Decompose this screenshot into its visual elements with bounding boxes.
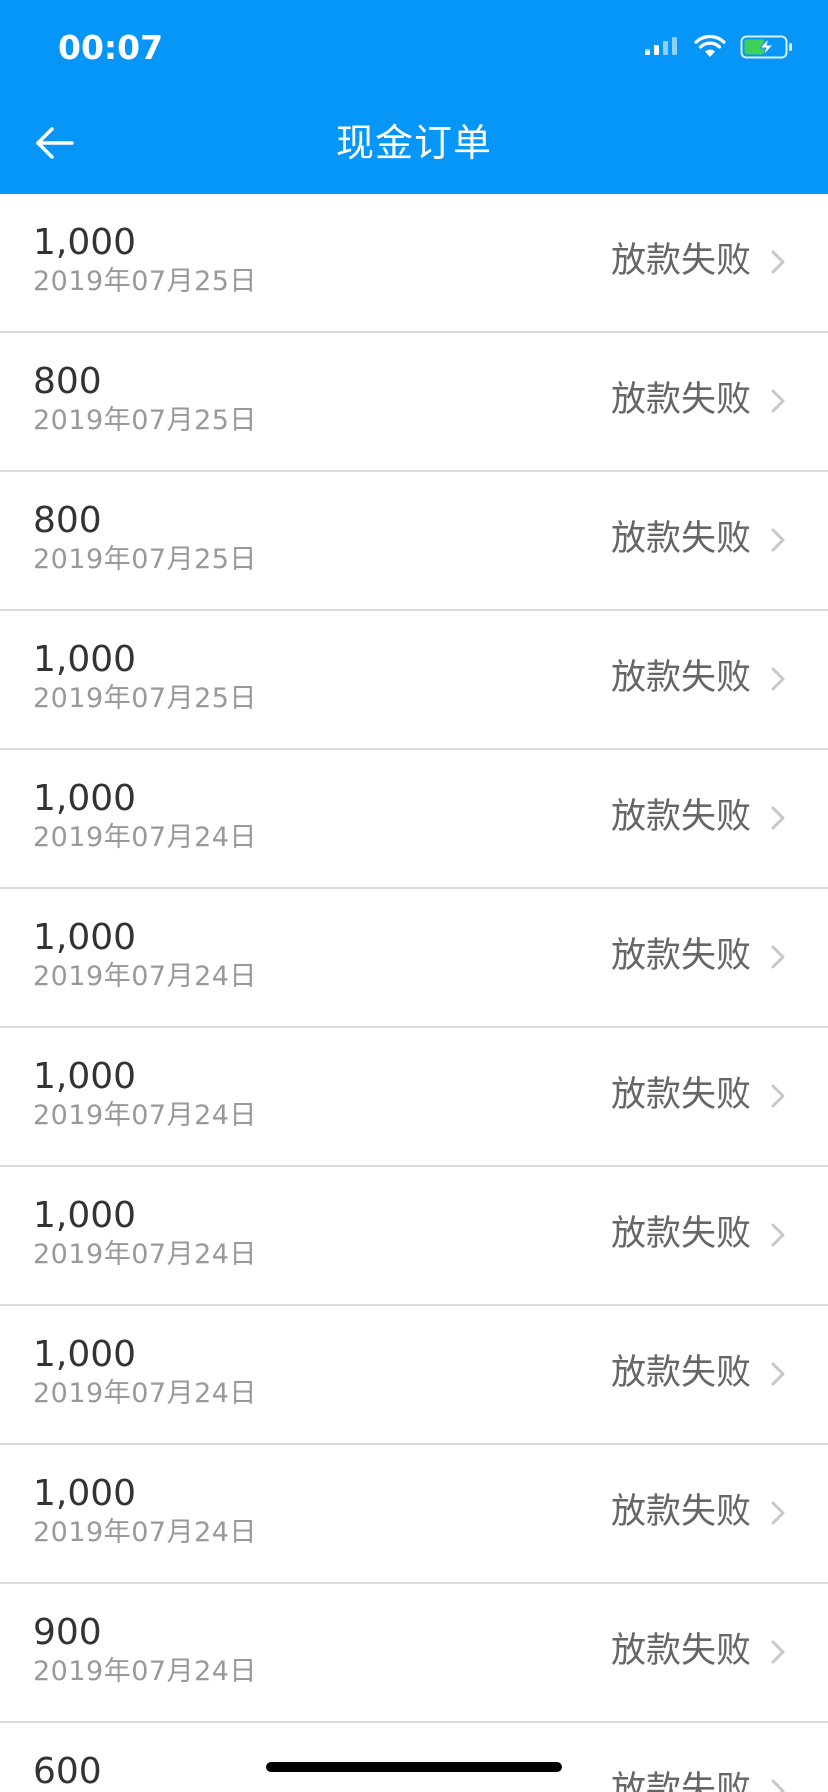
order-date: 2019年07月24日 bbox=[33, 1239, 257, 1270]
chevron-right-icon bbox=[771, 389, 785, 413]
order-status: 放款失败 bbox=[610, 1353, 751, 1393]
wifi-icon bbox=[694, 34, 726, 63]
order-amount: 1,000 bbox=[33, 639, 137, 680]
order-row[interactable]: 800 2019年07月25日 放款失败 bbox=[0, 472, 828, 611]
order-row[interactable]: 1,000 2019年07月24日 放款失败 bbox=[0, 1306, 828, 1445]
order-list: 1,000 2019年07月25日 放款失败 800 2019年07月25日 放… bbox=[0, 194, 828, 1792]
order-status: 放款失败 bbox=[610, 1214, 751, 1254]
order-row[interactable]: 1,000 2019年07月24日 放款失败 bbox=[0, 750, 828, 889]
order-date: 2019年07月25日 bbox=[33, 544, 257, 575]
chevron-right-icon bbox=[771, 1084, 785, 1108]
order-row[interactable]: 1,000 2019年07月24日 放款失败 bbox=[0, 1167, 828, 1306]
order-row[interactable]: 1,000 2019年07月24日 放款失败 bbox=[0, 889, 828, 1028]
order-amount: 1,000 bbox=[33, 1334, 137, 1375]
order-amount: 1,000 bbox=[33, 917, 137, 958]
order-row[interactable]: 1,000 2019年07月24日 放款失败 bbox=[0, 1445, 828, 1584]
order-status: 放款失败 bbox=[610, 1631, 751, 1671]
chevron-right-icon bbox=[771, 667, 785, 691]
chevron-right-icon bbox=[771, 250, 785, 274]
home-indicator[interactable] bbox=[266, 1762, 562, 1772]
chevron-right-icon bbox=[771, 1362, 785, 1386]
order-status: 放款失败 bbox=[610, 380, 751, 420]
chevron-right-icon bbox=[771, 1640, 785, 1664]
back-button[interactable] bbox=[30, 118, 80, 168]
order-amount: 1,000 bbox=[33, 222, 137, 263]
order-date: 2019年07月24日 bbox=[33, 1100, 257, 1131]
order-amount: 600 bbox=[33, 1751, 102, 1792]
order-status: 放款失败 bbox=[610, 936, 751, 976]
status-time: 00:07 bbox=[58, 28, 164, 67]
order-date: 2019年07月24日 bbox=[33, 1656, 257, 1687]
chevron-right-icon bbox=[771, 806, 785, 830]
order-status: 放款失败 bbox=[610, 1492, 751, 1532]
page-title: 现金订单 bbox=[335, 121, 492, 165]
order-row[interactable]: 800 2019年07月25日 放款失败 bbox=[0, 333, 828, 472]
chevron-right-icon bbox=[771, 945, 785, 969]
order-date: 2019年07月24日 bbox=[33, 1378, 257, 1409]
order-status: 放款失败 bbox=[610, 1770, 751, 1792]
battery-charging-icon bbox=[740, 34, 794, 64]
order-amount: 1,000 bbox=[33, 1195, 137, 1236]
order-amount: 800 bbox=[33, 500, 102, 541]
order-amount: 1,000 bbox=[33, 1056, 137, 1097]
order-row[interactable]: 1,000 2019年07月25日 放款失败 bbox=[0, 611, 828, 750]
chevron-right-icon bbox=[771, 1501, 785, 1525]
chevron-right-icon bbox=[771, 1779, 785, 1792]
order-amount: 1,000 bbox=[33, 1473, 137, 1514]
order-date: 2019年07月25日 bbox=[33, 266, 257, 297]
cash-orders-screen: 00:07 现金订单 1,000 2019年07月25日 放款失败 800 20… bbox=[0, 0, 828, 1792]
app-header: 00:07 现金订单 bbox=[0, 0, 828, 194]
chevron-right-icon bbox=[771, 528, 785, 552]
order-date: 2019年07月24日 bbox=[33, 1517, 257, 1548]
chevron-right-icon bbox=[771, 1223, 785, 1247]
order-amount: 800 bbox=[33, 361, 102, 402]
order-amount: 1,000 bbox=[33, 778, 137, 819]
status-icons bbox=[644, 34, 794, 64]
arrow-left-icon bbox=[36, 127, 74, 159]
order-status: 放款失败 bbox=[610, 519, 751, 559]
order-status: 放款失败 bbox=[610, 1075, 751, 1115]
order-status: 放款失败 bbox=[610, 797, 751, 837]
order-status: 放款失败 bbox=[610, 241, 751, 281]
order-amount: 900 bbox=[33, 1612, 102, 1653]
order-date: 2019年07月24日 bbox=[33, 822, 257, 853]
order-row[interactable]: 600 2019年07月24日 放款失败 bbox=[0, 1723, 828, 1792]
order-row[interactable]: 900 2019年07月24日 放款失败 bbox=[0, 1584, 828, 1723]
order-row[interactable]: 1,000 2019年07月25日 放款失败 bbox=[0, 194, 828, 333]
order-date: 2019年07月25日 bbox=[33, 405, 257, 436]
cellular-signal-icon bbox=[644, 35, 680, 63]
order-date: 2019年07月25日 bbox=[33, 683, 257, 714]
order-row[interactable]: 1,000 2019年07月24日 放款失败 bbox=[0, 1028, 828, 1167]
order-status: 放款失败 bbox=[610, 658, 751, 698]
order-date: 2019年07月24日 bbox=[33, 961, 257, 992]
